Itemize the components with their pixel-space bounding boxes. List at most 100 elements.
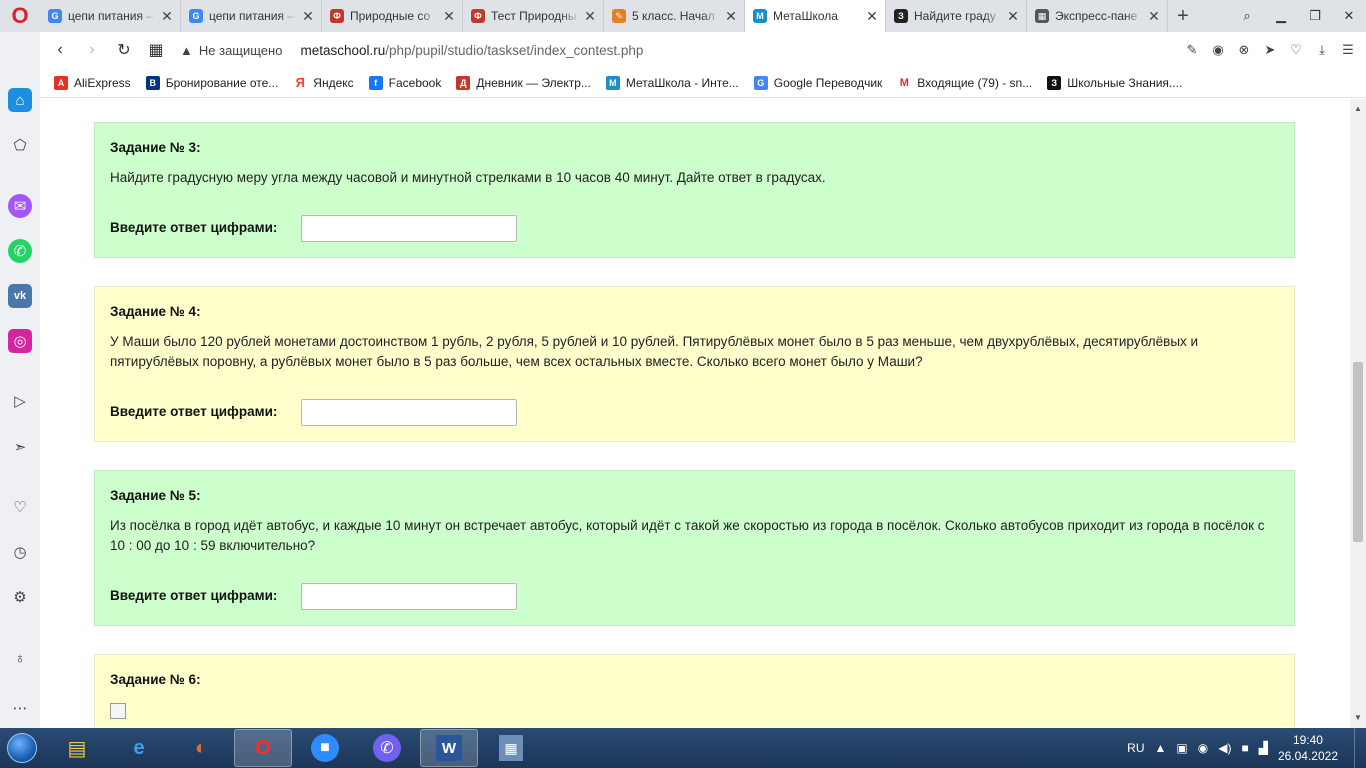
page-scrollbar[interactable]: ▲ ▼ [1350, 99, 1366, 728]
speed-dial-favicon-icon: ▦ [1035, 9, 1049, 23]
show-desktop-button[interactable] [1354, 728, 1366, 768]
menu-icon[interactable]: ☰ [1340, 42, 1356, 58]
close-tab-icon[interactable]: ✕ [442, 8, 456, 25]
vk-icon[interactable]: vk [8, 284, 32, 308]
history-icon[interactable]: ◷ [8, 540, 32, 564]
tab-5-active[interactable]: М МетаШкола ✕ [745, 0, 886, 32]
opera-logo-icon[interactable]: O [0, 0, 40, 32]
tab-3[interactable]: Ф Тест Природны ✕ [463, 0, 604, 32]
tabs-grid-icon[interactable]: ▦ [140, 40, 172, 60]
player-icon[interactable]: ▷ [8, 389, 32, 413]
bookmark-dnevnik[interactable]: Д Дневник — Электр... [456, 75, 591, 90]
app-swirl-icon[interactable]: ◐ [172, 729, 230, 767]
tray-viber-icon[interactable]: ◉ [1198, 741, 1208, 755]
znanija-icon: З [1047, 75, 1062, 90]
bookmark-booking[interactable]: B Бронирование оте... [145, 75, 278, 90]
bookmark-znanija[interactable]: З Школьные Знания.... [1047, 75, 1182, 90]
word-icon[interactable]: W [420, 729, 478, 767]
close-tab-icon[interactable]: ✕ [583, 8, 597, 25]
close-tab-icon[interactable]: ✕ [301, 8, 315, 25]
tab-4[interactable]: ✎ 5 класс. Начал ✕ [604, 0, 745, 32]
scrollbar-thumb[interactable] [1353, 362, 1363, 542]
close-tab-icon[interactable]: ✕ [1147, 8, 1161, 25]
bookmark-metaschool[interactable]: М МетаШкола - Инте... [605, 75, 739, 90]
tab-2[interactable]: Ф Природные со ✕ [322, 0, 463, 32]
reload-icon[interactable]: ↻ [108, 40, 140, 60]
url-host: metaschool.ru [300, 42, 386, 58]
tab-title: цепи питания – [209, 9, 295, 23]
messenger-icon[interactable]: ✉ [8, 194, 32, 218]
settings-gear-icon[interactable]: ⚙ [8, 585, 32, 609]
zoom-icon[interactable]: ■ [296, 729, 354, 767]
new-tab-plus-icon[interactable]: + [1168, 0, 1198, 32]
network-signal-icon[interactable]: ▟ [1259, 741, 1268, 755]
url-field[interactable]: metaschool.ru/php/pupil/studio/taskset/i… [300, 43, 643, 58]
tab-7[interactable]: ▦ Экспресс-пане ✕ [1027, 0, 1168, 32]
maximize-icon[interactable]: ❐ [1298, 8, 1332, 24]
bookmark-yandex[interactable]: Я Яндекс [293, 75, 354, 90]
tab-1[interactable]: G цепи питания – ✕ [181, 0, 322, 32]
home-icon[interactable]: ⌂ [8, 88, 32, 112]
whatsapp-icon[interactable]: ✆ [8, 239, 32, 263]
broken-image-icon [110, 703, 126, 719]
close-tab-icon[interactable]: ✕ [724, 8, 738, 25]
scroll-down-arrow-icon[interactable]: ▼ [1350, 710, 1366, 726]
security-label: Не защищено [198, 42, 283, 58]
close-tab-icon[interactable]: ✕ [865, 8, 879, 25]
tab-search-icon[interactable]: ⌕ [1230, 8, 1264, 24]
answer-input-3[interactable] [301, 215, 517, 242]
clock[interactable]: 19:40 26.04.2022 [1278, 732, 1338, 764]
explorer-folder-icon[interactable]: ▤ [48, 729, 106, 767]
lightbulb-icon[interactable]: ♁ [8, 646, 32, 670]
close-tab-icon[interactable]: ✕ [160, 8, 174, 25]
calculator-icon[interactable]: ▦ [482, 729, 540, 767]
security-indicator[interactable]: ▲ Не защищено [180, 43, 282, 58]
opera-taskbar-icon[interactable]: O [234, 729, 292, 767]
camera-icon[interactable]: ◉ [1210, 42, 1226, 58]
gmail-icon: M [897, 75, 912, 90]
start-button[interactable] [0, 728, 44, 768]
adblock-icon[interactable]: ⊗ [1236, 42, 1252, 58]
bookmark-gmail[interactable]: M Входящие (79) - sn... [897, 75, 1032, 90]
edit-icon[interactable]: ✎ [1184, 42, 1200, 58]
scroll-up-arrow-icon[interactable]: ▲ [1350, 101, 1366, 117]
tray-zoom-icon[interactable]: ■ [1241, 741, 1248, 755]
aliexpress-icon: A [54, 75, 68, 90]
internet-explorer-icon[interactable]: e [110, 729, 168, 767]
task-title: Задание № 4: [110, 304, 201, 319]
back-icon[interactable]: ‹ [44, 41, 76, 59]
volume-icon[interactable]: ◀) [1218, 741, 1231, 755]
facebook-icon: f [368, 75, 383, 90]
viber-icon[interactable]: ✆ [358, 729, 416, 767]
close-tab-icon[interactable]: ✕ [1006, 8, 1020, 25]
dnevnik-icon: Д [456, 75, 471, 90]
heart-sidebar-icon[interactable]: ♡ [8, 495, 32, 519]
minimize-icon[interactable]: ▁ [1264, 8, 1298, 24]
booking-icon: B [145, 75, 160, 90]
bookmark-aliexpress[interactable]: A AliExpress [54, 75, 131, 90]
yandex-icon: Я [293, 75, 308, 90]
download-icon[interactable]: ⤓ [1314, 42, 1330, 58]
bookmark-google-translate[interactable]: G Google Переводчик [753, 75, 882, 90]
send-icon[interactable]: ➤ [1262, 42, 1278, 58]
address-actions: ✎ ◉ ⊗ ➤ ♡ ⤓ ☰ [1184, 32, 1356, 68]
tab-6[interactable]: З Найдите граду ✕ [886, 0, 1027, 32]
tray-app-icon[interactable]: ▣ [1176, 741, 1187, 755]
forward-icon[interactable]: › [76, 41, 108, 59]
task-card-5: Задание № 5: Из посёлка в город идёт авт… [94, 470, 1295, 626]
answer-input-5[interactable] [301, 583, 517, 610]
clock-time: 19:40 [1292, 733, 1323, 747]
windows-orb-icon [7, 733, 37, 763]
tray-expand-icon[interactable]: ▲ [1155, 741, 1167, 755]
answer-input-4[interactable] [301, 399, 517, 426]
tab-0[interactable]: G цепи питания – ✕ [40, 0, 181, 32]
more-dots-icon[interactable]: ⋯ [8, 696, 32, 720]
close-window-icon[interactable]: ✕ [1332, 8, 1366, 24]
language-indicator[interactable]: RU [1127, 741, 1144, 755]
flow-icon[interactable]: ⬠ [8, 133, 32, 157]
opera-sidebar: ⌂ ⬠ ✉ ✆ vk ◎ ▷ ➣ ♡ ◷ ⚙ ♁ ⋯ [0, 32, 40, 728]
instagram-icon[interactable]: ◎ [8, 329, 32, 353]
send-sidebar-icon[interactable]: ➣ [8, 435, 32, 459]
bookmark-facebook[interactable]: f Facebook [368, 75, 441, 90]
heart-icon[interactable]: ♡ [1288, 42, 1304, 58]
